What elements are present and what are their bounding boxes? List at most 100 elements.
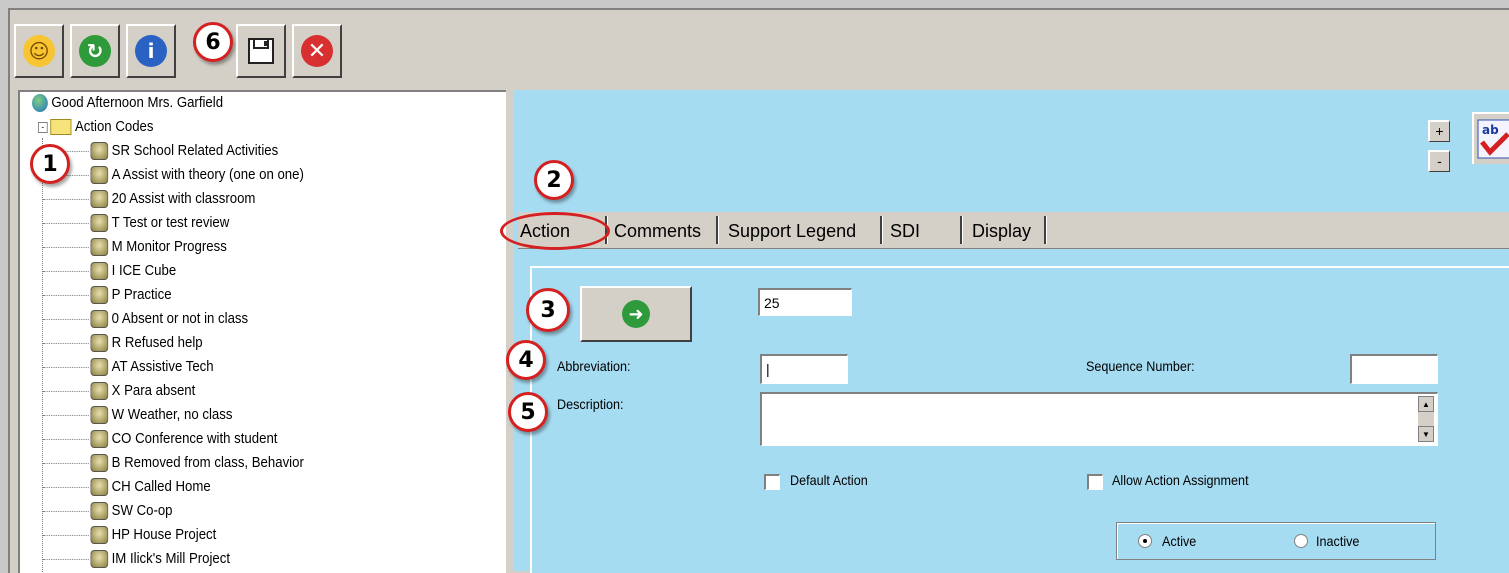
zoom-out-button[interactable]: -	[1428, 150, 1450, 172]
tree-item-label: W Weather, no class	[111, 406, 233, 423]
tree-item[interactable]: T Test or test review	[43, 212, 229, 234]
collapse-toggle[interactable]: -	[38, 121, 48, 133]
action-code-icon	[90, 478, 109, 497]
refresh-icon: ↻	[79, 35, 111, 67]
tree-item-label: IM Ilick's Mill Project	[111, 550, 231, 567]
scroll-down-icon[interactable]: ▼	[1418, 426, 1434, 442]
description-label: Description:	[557, 396, 624, 412]
globe-icon	[32, 94, 48, 113]
callout-2: 2	[534, 160, 574, 200]
tree-item-label: SR School Related Activities	[111, 142, 279, 159]
tree-item[interactable]: M Monitor Progress	[43, 236, 227, 258]
close-button[interactable]: ✕	[292, 24, 342, 78]
tree-connector	[43, 534, 89, 536]
tab-comments[interactable]: Comments	[614, 218, 701, 244]
action-code-icon	[90, 190, 109, 209]
tree-item[interactable]: SR School Related Activities	[43, 140, 278, 162]
action-codes-tree[interactable]: Good Afternoon Mrs. Garfield - Action Cod…	[18, 90, 506, 573]
save-button[interactable]	[236, 24, 286, 78]
tree-item[interactable]: X Para absent	[43, 380, 195, 402]
toolbar: ☺ ↻ i ✕	[10, 10, 1509, 78]
tree-connector	[43, 246, 89, 248]
smiley-button[interactable]: ☺	[14, 24, 64, 78]
spell-check-icon: ab	[1477, 119, 1509, 159]
tree-connector	[43, 390, 89, 392]
scroll-up-icon[interactable]: ▲	[1418, 396, 1434, 412]
tree-connector	[43, 342, 89, 344]
default-action-label: Default Action	[790, 472, 868, 488]
callout-6: 6	[193, 22, 233, 62]
description-scrollbar[interactable]: ▲ ▼	[1418, 396, 1434, 442]
tree-item-label: P Practice	[111, 286, 172, 303]
tree-item[interactable]: R Refused help	[43, 332, 203, 354]
tree-item-label: M Monitor Progress	[111, 238, 227, 255]
tree-item[interactable]: I ICE Cube	[43, 260, 176, 282]
action-code-icon	[90, 358, 109, 377]
active-radio[interactable]	[1138, 534, 1152, 548]
tab-action-highlight	[500, 212, 610, 250]
callout-4: 4	[506, 340, 546, 380]
smiley-icon: ☺	[23, 35, 55, 67]
tree-connector	[43, 510, 89, 512]
tab-display[interactable]: Display	[972, 218, 1031, 244]
go-button[interactable]: ➜	[580, 286, 692, 342]
tree-connector	[43, 414, 89, 416]
action-code-icon	[90, 526, 109, 545]
tree-item[interactable]: CO Conference with student	[43, 428, 277, 450]
tree-connector	[43, 318, 89, 320]
tree-connector	[43, 558, 89, 560]
action-code-icon	[90, 310, 109, 329]
spell-check-text: ab	[1482, 123, 1499, 137]
action-code-icon	[90, 382, 109, 401]
tree-folder-action-codes[interactable]: - Action Codes	[38, 116, 153, 138]
greeting-label: Good Afternoon Mrs. Garfield	[51, 94, 224, 111]
allow-action-assignment-checkbox[interactable]	[1087, 474, 1103, 490]
radio-selected-dot	[1143, 539, 1147, 543]
zoom-in-button[interactable]: +	[1428, 120, 1450, 142]
tree-item[interactable]: SW Co-op	[43, 500, 173, 522]
tree-item[interactable]: B Removed from class, Behavior	[43, 452, 304, 474]
callout-1: 1	[30, 144, 70, 184]
default-action-checkbox[interactable]	[764, 474, 780, 490]
tree-item[interactable]: A Assist with theory (one on one)	[43, 164, 304, 186]
inactive-radio[interactable]	[1294, 534, 1308, 548]
tree-item[interactable]: 0 Absent or not in class	[43, 308, 248, 330]
action-code-icon	[90, 262, 109, 281]
tab-sdi[interactable]: SDI	[890, 218, 920, 244]
tree-item[interactable]: W Weather, no class	[43, 404, 232, 426]
action-code-icon	[90, 406, 109, 425]
tree-item[interactable]: CH Called Home	[43, 476, 211, 498]
action-code-icon	[90, 454, 109, 473]
tree-item[interactable]: AT Assistive Tech	[43, 356, 214, 378]
sequence-number-field[interactable]	[1350, 354, 1438, 384]
active-label: Active	[1162, 533, 1197, 549]
tab-support-legend[interactable]: Support Legend	[728, 218, 856, 244]
tree-item[interactable]: HP House Project	[43, 524, 216, 546]
spell-check-button[interactable]: ab	[1472, 112, 1509, 164]
tree-item[interactable]: 20 Assist with classroom	[43, 188, 255, 210]
tree-item-label: SW Co-op	[111, 502, 173, 519]
tree-item[interactable]: IM Ilick's Mill Project	[43, 548, 230, 570]
sequence-number-label: Sequence Number:	[1086, 358, 1195, 374]
action-code-icon	[90, 166, 109, 185]
tree-item-label: AT Assistive Tech	[111, 358, 214, 375]
tree-root[interactable]: Good Afternoon Mrs. Garfield	[32, 92, 223, 114]
tree-item-label: X Para absent	[111, 382, 196, 399]
info-button[interactable]: i	[126, 24, 176, 78]
refresh-button[interactable]: ↻	[70, 24, 120, 78]
tree-connector	[43, 294, 89, 296]
tree-connector	[43, 486, 89, 488]
tree-item-label: R Refused help	[111, 334, 203, 351]
action-id-field[interactable]: 25	[758, 288, 852, 316]
tree-connector	[43, 198, 89, 200]
abbreviation-field[interactable]: |	[760, 354, 848, 384]
action-code-icon	[90, 430, 109, 449]
tree-item-label: A Assist with theory (one on one)	[111, 166, 304, 183]
description-field[interactable]	[760, 392, 1438, 446]
info-icon: i	[135, 35, 167, 67]
callout-5: 5	[508, 392, 548, 432]
tab-divider	[960, 216, 963, 244]
tree-item-label: CH Called Home	[111, 478, 211, 495]
tree-item-label: I ICE Cube	[111, 262, 177, 279]
tree-item[interactable]: P Practice	[43, 284, 172, 306]
